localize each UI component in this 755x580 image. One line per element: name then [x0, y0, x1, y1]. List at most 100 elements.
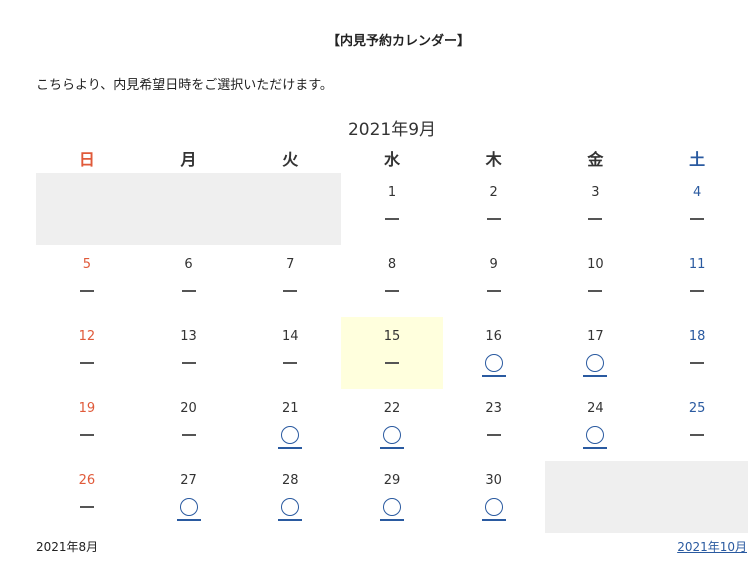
day-number: 19	[78, 401, 96, 416]
circle-icon[interactable]	[583, 353, 608, 377]
day-number: 22	[383, 401, 401, 416]
day-number: 1	[387, 185, 397, 200]
weekday-saturday: 土	[689, 150, 706, 169]
dash-icon	[486, 289, 501, 292]
availability-mark	[341, 419, 443, 449]
dash-icon	[384, 289, 399, 292]
day-number: 14	[281, 329, 299, 344]
dash-icon	[384, 361, 399, 364]
day-number: 5	[82, 257, 91, 272]
availability-mark	[545, 347, 647, 377]
day-number: 7	[286, 257, 295, 272]
weekday-friday: 金	[587, 150, 604, 169]
day-cell-28[interactable]: 28	[239, 461, 341, 533]
day-number: 29	[383, 473, 401, 488]
day-cell-10: 10	[545, 245, 647, 317]
circle-icon[interactable]	[481, 353, 506, 377]
day-cell-27[interactable]: 27	[138, 461, 240, 533]
calendar-heading: 【内見予約カレンダー】	[326, 34, 470, 49]
day-number: 11	[688, 257, 706, 272]
circle-icon[interactable]	[176, 497, 201, 521]
availability-mark	[646, 203, 748, 233]
empty-day-cell	[239, 173, 342, 245]
availability-mark	[36, 491, 138, 521]
availability-mark	[239, 419, 341, 449]
availability-mark	[341, 491, 443, 521]
next-month-link[interactable]: 2021年10月	[677, 538, 747, 555]
circle-icon[interactable]	[379, 425, 404, 449]
day-number: 12	[78, 329, 96, 344]
circle-icon[interactable]	[278, 497, 303, 521]
weekday-thursday: 木	[485, 150, 502, 169]
day-cell-13: 13	[138, 317, 240, 389]
day-cell-20: 20	[138, 389, 240, 461]
day-cell-2: 2	[443, 173, 545, 245]
week-row: 26 27 28 29 30	[36, 461, 748, 533]
availability-mark	[341, 275, 443, 305]
availability-mark	[646, 419, 748, 449]
day-number: 2	[489, 185, 498, 200]
availability-mark	[545, 275, 647, 305]
empty-day-cell	[137, 173, 240, 245]
dash-icon	[283, 361, 298, 364]
day-number: 9	[489, 257, 498, 272]
day-number: 3	[591, 185, 600, 200]
availability-mark	[138, 491, 240, 521]
dash-icon	[181, 361, 196, 364]
circle-icon[interactable]	[481, 497, 506, 521]
weekday-header-row: 日月火水木金土	[36, 143, 748, 173]
weekday-monday: 月	[180, 150, 197, 169]
intro-text: こちらより、内見希望日時をご選択いただけます。	[36, 78, 333, 93]
day-number: 30	[485, 473, 502, 488]
day-number: 13	[180, 329, 197, 344]
circle-icon[interactable]	[379, 497, 404, 521]
day-cell-7: 7	[239, 245, 341, 317]
day-cell-3: 3	[545, 173, 647, 245]
day-cell-1: 1	[341, 173, 443, 245]
weekday-tuesday: 火	[282, 150, 299, 169]
weekday-wednesday: 水	[383, 150, 400, 169]
day-number: 18	[688, 329, 706, 344]
dash-icon	[690, 217, 705, 220]
day-cell-9: 9	[443, 245, 545, 317]
day-cell-26: 26	[36, 461, 138, 533]
dash-icon	[486, 217, 501, 220]
day-cell-25: 25	[646, 389, 748, 461]
availability-mark	[36, 419, 138, 449]
circle-icon[interactable]	[278, 425, 303, 449]
reservation-calendar: 2021年9月 日月火水木金土 1 2 3 4 5 6 7 8 9 10 11 12 13 14 15 16 1…	[36, 117, 748, 533]
availability-mark	[443, 275, 545, 305]
dash-icon	[79, 289, 94, 292]
day-number: 6	[184, 257, 193, 272]
day-cell-24[interactable]: 24	[545, 389, 647, 461]
availability-mark	[138, 419, 240, 449]
availability-mark	[239, 347, 341, 377]
day-number: 25	[688, 401, 706, 416]
dash-icon	[690, 289, 705, 292]
dash-icon	[588, 289, 603, 292]
day-cell-17[interactable]: 17	[545, 317, 647, 389]
day-cell-12: 12	[36, 317, 138, 389]
dash-icon	[181, 289, 196, 292]
day-cell-22[interactable]: 22	[341, 389, 443, 461]
availability-mark	[138, 275, 240, 305]
empty-day-cell	[646, 461, 748, 533]
day-cell-29[interactable]: 29	[341, 461, 443, 533]
circle-icon[interactable]	[583, 425, 608, 449]
day-number: 8	[387, 257, 397, 272]
availability-mark	[646, 347, 748, 377]
day-cell-8: 8	[341, 245, 443, 317]
day-cell-19: 19	[36, 389, 138, 461]
day-number: 21	[281, 401, 299, 416]
dash-icon	[181, 433, 196, 436]
availability-mark	[341, 203, 443, 233]
dash-icon	[384, 217, 399, 220]
day-cell-21[interactable]: 21	[239, 389, 341, 461]
day-cell-16[interactable]: 16	[443, 317, 545, 389]
availability-mark	[341, 347, 443, 377]
availability-mark	[239, 275, 341, 305]
day-number: 4	[692, 185, 702, 200]
day-cell-30[interactable]: 30	[443, 461, 545, 533]
availability-mark	[36, 347, 138, 377]
availability-mark	[646, 275, 748, 305]
